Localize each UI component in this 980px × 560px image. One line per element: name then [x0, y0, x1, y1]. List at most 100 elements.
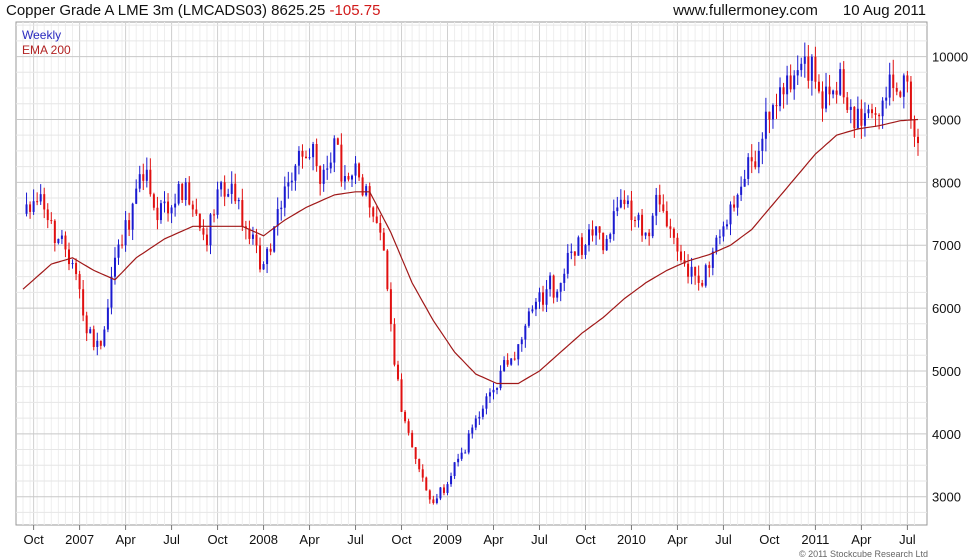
candle-body [336, 138, 339, 145]
candle-body [616, 207, 619, 212]
candle-body [909, 81, 912, 120]
candle-body [343, 176, 346, 182]
candle-body [131, 203, 134, 230]
candle-body [446, 484, 449, 493]
candle-body [75, 262, 78, 275]
legend-weekly: Weekly [22, 28, 62, 42]
candle-body [474, 418, 477, 428]
candle-body [350, 175, 353, 180]
candle-body [701, 282, 704, 286]
x-tick-label: Oct [759, 532, 780, 547]
candle-body [506, 360, 509, 365]
candle-body [460, 452, 463, 459]
x-tick-label: 2009 [433, 532, 462, 547]
candle-body [393, 324, 396, 365]
candle-body [874, 113, 877, 115]
candle-body [32, 201, 35, 212]
candle-body [736, 194, 739, 208]
candle-body [648, 232, 651, 237]
candle-body [835, 90, 838, 95]
candle-body [549, 275, 552, 290]
x-tick-label: Apr [299, 532, 320, 547]
candle-body [846, 97, 849, 110]
candle-body [906, 75, 909, 82]
candle-body [457, 458, 460, 463]
candle-body [312, 144, 315, 158]
candle-body [372, 207, 375, 217]
candle-body [623, 199, 626, 205]
candle-body [754, 161, 757, 168]
candle-body [188, 182, 191, 205]
candle-body [368, 186, 371, 208]
candle-body [135, 188, 138, 204]
candle-body [177, 183, 180, 204]
candle-body [510, 358, 513, 365]
candle-body [863, 113, 866, 126]
candle-body [435, 498, 438, 503]
candle-body [492, 389, 495, 393]
candle-body [612, 211, 615, 235]
y-tick-label: 10000 [932, 50, 968, 65]
candle-body [64, 235, 67, 250]
candle-body [669, 226, 672, 229]
candle-body [793, 75, 796, 90]
candle-body [124, 220, 127, 246]
candle-body [67, 249, 70, 265]
candle-body [481, 408, 484, 417]
y-tick-label: 9000 [932, 112, 961, 127]
candle-body [800, 63, 803, 71]
candle-body [308, 157, 311, 159]
candle-body [895, 88, 898, 92]
candle-body [184, 182, 187, 200]
candle-body [106, 307, 109, 330]
candle-body [467, 433, 470, 453]
x-tick-label: Oct [391, 532, 412, 547]
candle-body [626, 200, 629, 205]
candle-body [556, 291, 559, 298]
candle-body [478, 416, 481, 419]
candle-body [517, 344, 520, 360]
candle-body [545, 289, 548, 305]
candle-body [786, 75, 789, 95]
candle-body [817, 81, 820, 92]
y-tick-label: 4000 [932, 427, 961, 442]
x-tick-label: 2008 [249, 532, 278, 547]
candle-body [598, 226, 601, 233]
candle-body [305, 156, 308, 159]
candle-body [828, 86, 831, 95]
y-tick-label: 7000 [932, 238, 961, 253]
candle-body [400, 379, 403, 412]
candle-body [810, 56, 813, 81]
candle-body [832, 90, 835, 95]
candle-body [527, 311, 530, 326]
candle-body [577, 237, 580, 256]
candle-body [145, 169, 148, 181]
candle-body [365, 186, 368, 196]
candle-body [389, 289, 392, 325]
candle-body [319, 166, 322, 184]
candle-body [697, 275, 700, 283]
candle-body [110, 276, 113, 308]
candle-body [358, 163, 361, 178]
candle-body [414, 447, 417, 459]
candle-body [202, 228, 205, 235]
legend-ema: EMA 200 [22, 43, 71, 57]
candle-body [191, 204, 194, 210]
candle-body [559, 282, 562, 292]
candle-body [418, 458, 421, 470]
candle-body [542, 292, 545, 305]
candle-body [262, 264, 265, 270]
candle-body [223, 182, 226, 197]
candle-body [814, 56, 817, 82]
candle-body [163, 201, 166, 204]
x-tick-label: Apr [115, 532, 136, 547]
candle-body [655, 194, 658, 216]
candle-body [209, 214, 212, 246]
candle-body [411, 432, 414, 448]
candle-body [531, 309, 534, 312]
candle-body [722, 226, 725, 237]
candle-body [216, 189, 219, 215]
candle-body [499, 370, 502, 389]
candle-body [775, 105, 778, 107]
candle-body [315, 144, 318, 167]
